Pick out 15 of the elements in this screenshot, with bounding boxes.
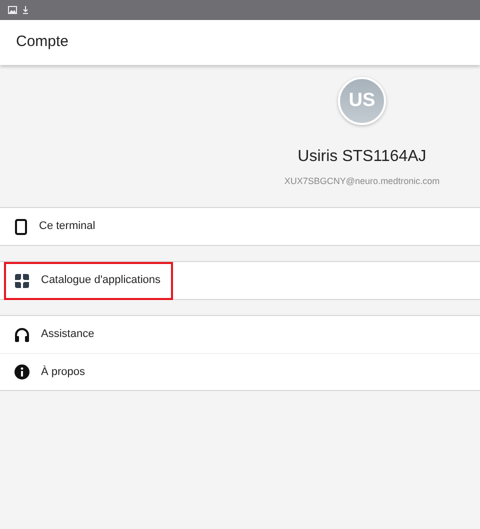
menu-item[interactable]: À propos (0, 353, 480, 390)
menu-item[interactable]: Ce terminal (0, 208, 480, 245)
highlight-frame: Catalogue d'applications (4, 262, 173, 300)
menu-item[interactable]: Catalogue d'applications (0, 262, 480, 299)
menu-item[interactable]: Assistance (0, 316, 480, 353)
info-icon (14, 364, 30, 380)
headset-icon (14, 326, 30, 342)
download-icon (23, 6, 28, 14)
image-icon (8, 6, 17, 14)
user-name: Usiris STS1164AJ (298, 147, 426, 167)
page-title: Compte (16, 32, 69, 52)
user-email: XUX7SBGCNY@neuro.medtronic.com (284, 175, 440, 188)
phone-icon (14, 218, 28, 234)
grid-icon (14, 272, 30, 288)
avatar: US (338, 77, 386, 125)
